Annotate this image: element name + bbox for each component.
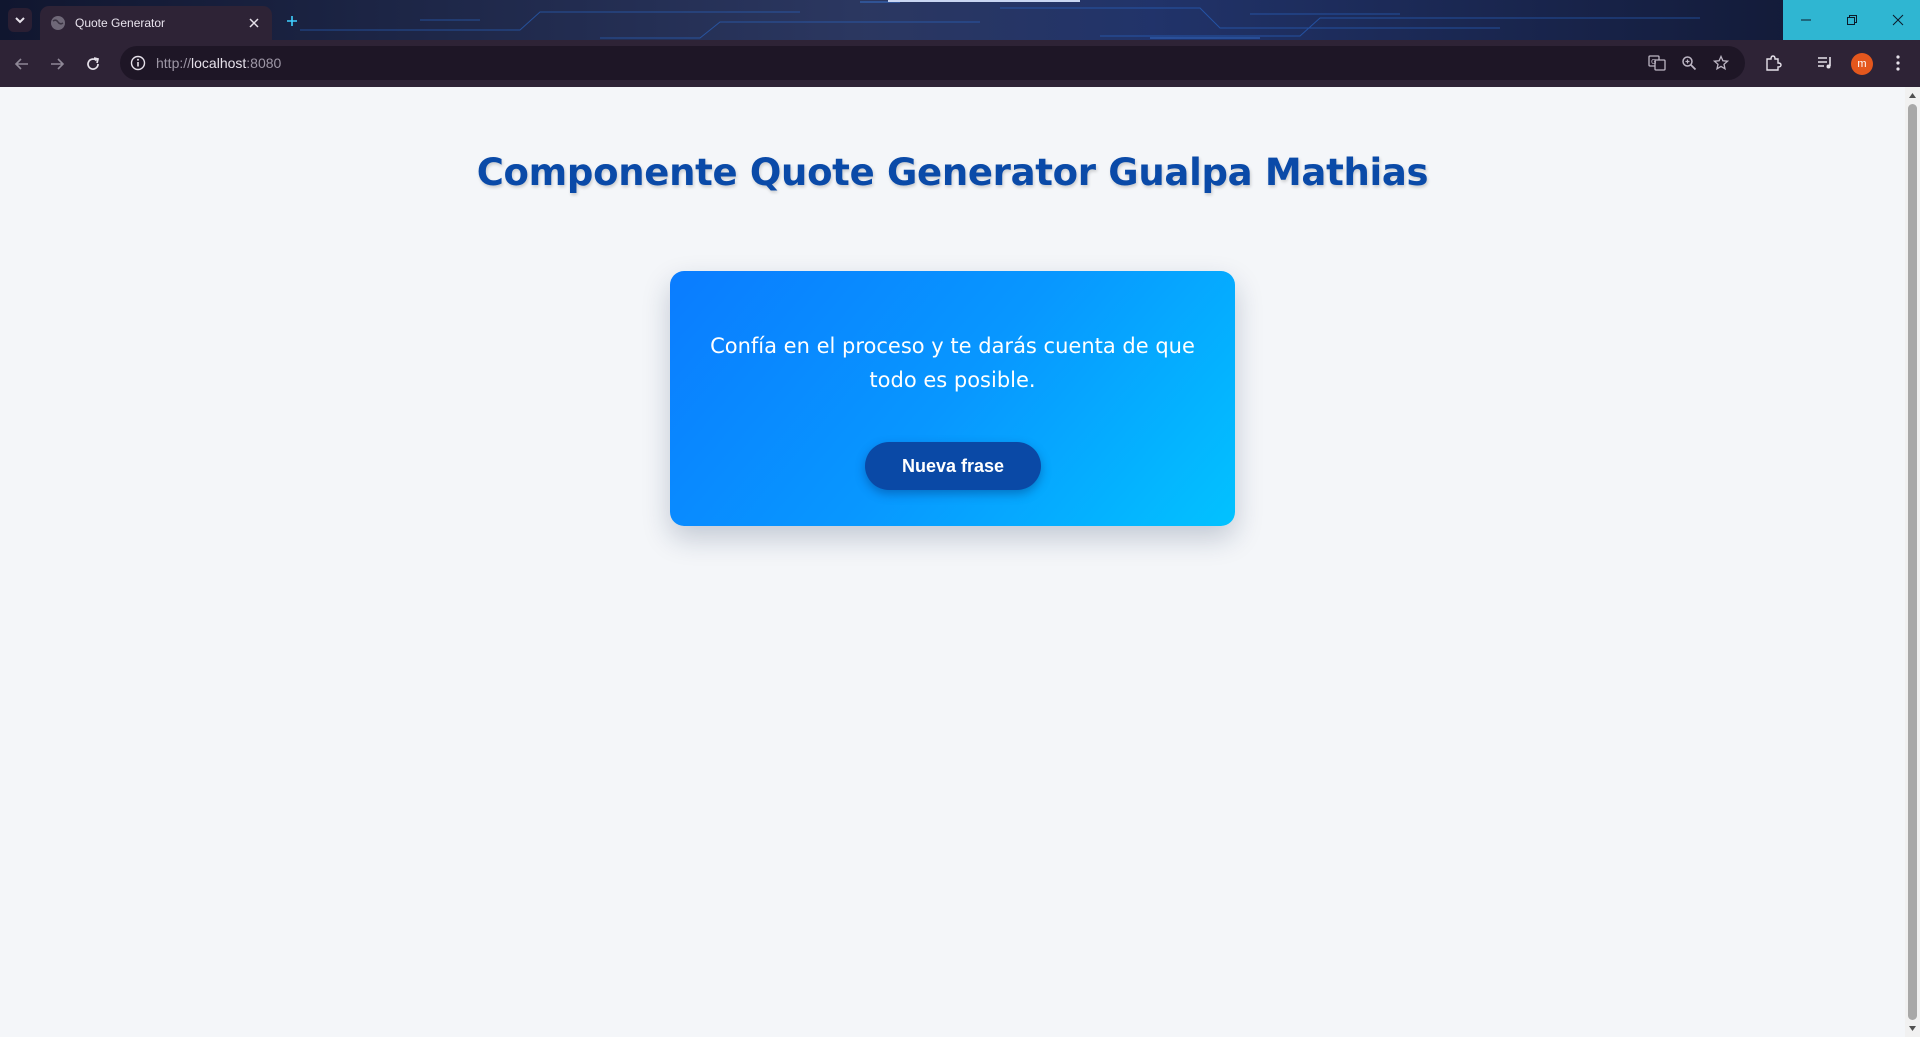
close-window-button[interactable] [1875, 0, 1920, 40]
reload-button[interactable] [81, 52, 105, 76]
url-text: http://localhost:8080 [156, 55, 281, 71]
close-icon [1892, 14, 1903, 26]
minimize-button[interactable] [1783, 0, 1829, 40]
quote-card: Confía en el proceso y te darás cuenta d… [670, 271, 1235, 526]
scroll-up-arrow-icon[interactable] [1908, 91, 1917, 100]
browser-toolbar: http://localhost:8080 G m [0, 40, 1920, 87]
star-icon [1713, 55, 1729, 71]
tab-search-button[interactable] [8, 8, 32, 32]
plus-icon [287, 16, 297, 26]
vertical-scrollbar[interactable] [1905, 87, 1920, 1037]
back-button[interactable] [10, 52, 34, 76]
zoom-icon [1682, 56, 1697, 71]
tab-close-button[interactable] [246, 15, 262, 31]
playlist-icon [1818, 57, 1831, 69]
close-icon [249, 18, 259, 28]
url-port: :8080 [246, 55, 282, 71]
quote-text: Confía en el proceso y te darás cuenta d… [710, 334, 1195, 392]
scrollbar-thumb[interactable] [1908, 104, 1917, 1020]
tab-title: Quote Generator [75, 16, 166, 30]
address-bar[interactable]: http://localhost:8080 G [120, 46, 1745, 80]
browser-tab[interactable]: Quote Generator [40, 6, 272, 40]
active-indicator [888, 0, 1080, 2]
site-info-icon[interactable] [130, 55, 146, 71]
restore-button[interactable] [1829, 0, 1875, 40]
new-quote-button[interactable]: Nueva frase [865, 442, 1041, 490]
url-host: localhost [191, 55, 247, 71]
new-tab-button[interactable] [281, 10, 303, 32]
tab-strip: Quote Generator [0, 0, 1920, 40]
chevron-down-icon [15, 17, 25, 24]
forward-button[interactable] [45, 52, 69, 76]
media-controls-button[interactable] [1814, 52, 1836, 74]
page-viewport: Componente Quote Generator Gualpa Mathia… [0, 87, 1905, 1037]
page-title: Componente Quote Generator Gualpa Mathia… [476, 151, 1429, 194]
minimize-icon [1801, 19, 1811, 21]
translate-button[interactable]: G [1648, 54, 1666, 72]
zoom-button[interactable] [1680, 54, 1698, 72]
puzzle-icon [1766, 55, 1782, 71]
bookmark-button[interactable] [1712, 54, 1730, 72]
translate-icon: G [1648, 55, 1666, 71]
arrow-right-icon [51, 58, 65, 70]
restore-icon [1847, 15, 1857, 25]
globe-icon [51, 16, 65, 30]
arrow-left-icon [14, 58, 28, 70]
profile-avatar[interactable]: m [1851, 53, 1873, 75]
url-scheme: http:// [156, 55, 192, 71]
scroll-down-arrow-icon[interactable] [1908, 1024, 1917, 1033]
reload-icon [87, 57, 100, 70]
browser-menu-button[interactable] [1887, 52, 1909, 74]
svg-text:G: G [1651, 58, 1656, 66]
more-vertical-icon [1896, 55, 1900, 71]
extensions-button[interactable] [1762, 52, 1784, 74]
